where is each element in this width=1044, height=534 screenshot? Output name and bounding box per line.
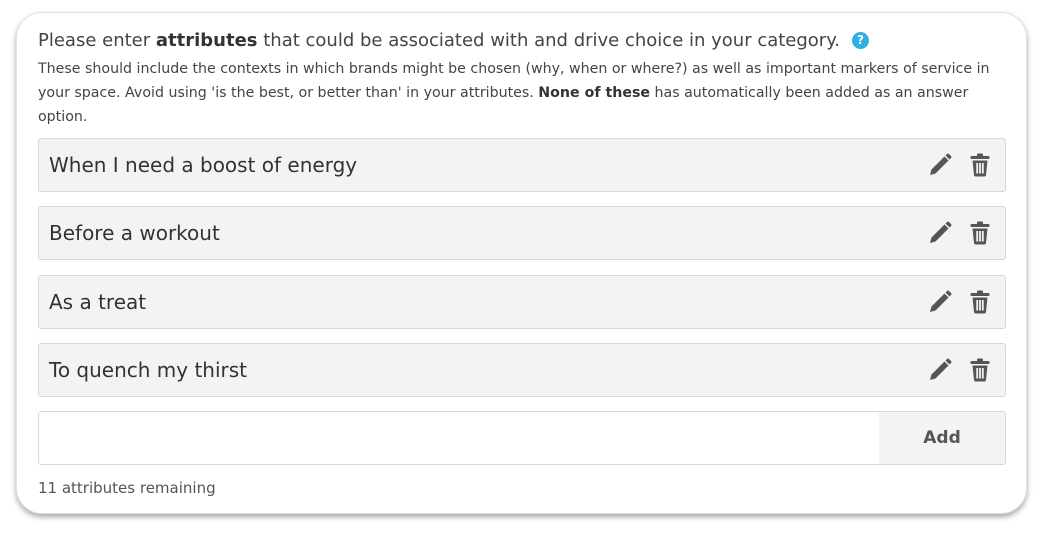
trash-icon [970,358,990,382]
edit-button[interactable] [927,289,953,315]
attribute-label: When I need a boost of energy [49,153,358,177]
add-button[interactable]: Add [879,412,1005,464]
attribute-item: Before a workout [38,206,1006,260]
edit-button[interactable] [927,357,953,383]
add-attribute-form: Add [38,411,1006,465]
trash-icon [970,221,990,245]
pencil-icon [930,153,952,175]
heading-bold-text: attributes [155,30,258,51]
delete-button[interactable] [967,357,993,383]
pencil-icon [930,290,952,312]
instructions-description: These should include the contexts in whi… [38,57,1010,129]
trash-icon [970,290,990,314]
delete-button[interactable] [967,289,993,315]
attributes-card: Please enter attributes that could be as… [16,12,1027,514]
new-attribute-input[interactable] [39,412,879,464]
attribute-item: As a treat [38,275,1006,329]
attribute-item: To quench my thirst [38,343,1006,397]
edit-button[interactable] [927,152,953,178]
attributes-remaining-text: 11 attributes remaining [38,479,216,497]
help-icon[interactable]: ? [852,32,870,49]
trash-icon [970,153,990,177]
instructions-heading: Please enter attributes that could be as… [38,30,870,51]
attribute-label: To quench my thirst [49,358,248,382]
delete-button[interactable] [967,220,993,246]
attribute-label: As a treat [49,290,147,314]
attribute-item: When I need a boost of energy [38,138,1006,192]
attribute-label: Before a workout [49,221,220,245]
heading-text: Please enter [38,30,156,51]
heading-text-continued: that could be associated with and drive … [257,30,841,51]
pencil-icon [930,358,952,380]
delete-button[interactable] [967,152,993,178]
edit-button[interactable] [927,220,953,246]
pencil-icon [930,221,952,243]
description-bold-text: None of these [538,85,651,101]
